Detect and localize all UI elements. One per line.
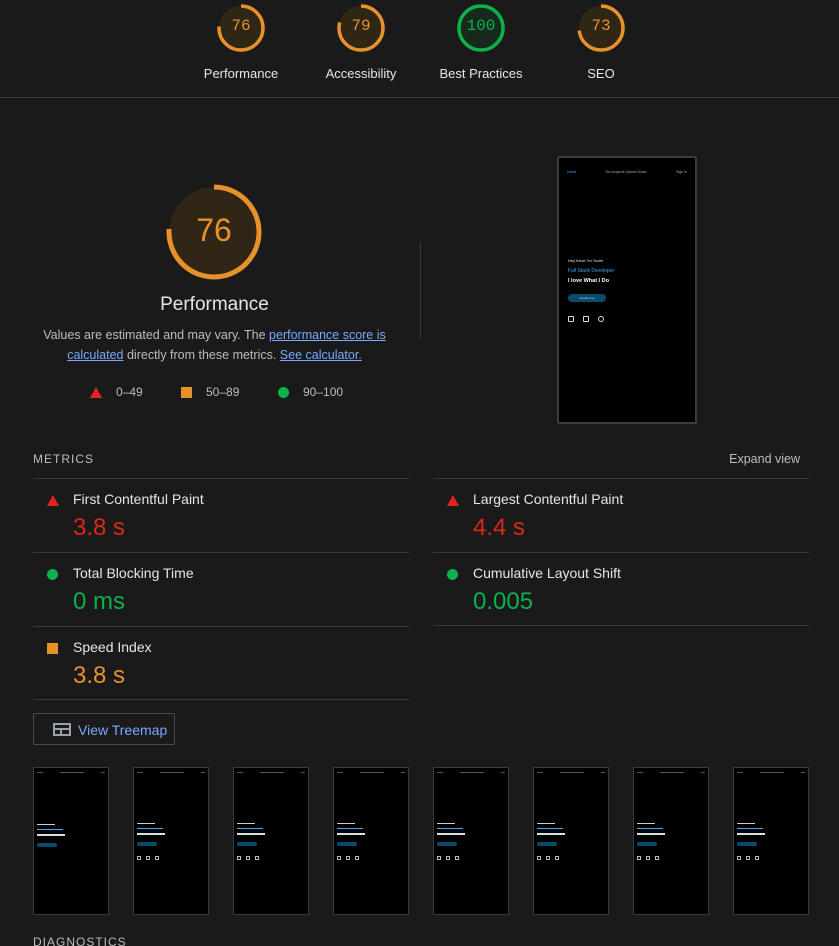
preview-nav-link: Music <box>637 170 647 174</box>
filmstrip-frame <box>33 767 109 915</box>
performance-score: 76 <box>196 212 232 248</box>
preview-role: Full Stack Developer <box>568 268 615 274</box>
preview-cta: Contact me <box>568 294 606 302</box>
gauge-best-practices[interactable]: 100 Best Practices <box>426 0 536 81</box>
performance-title: Performance <box>160 294 269 315</box>
preview-nav-link: Our projects <box>605 170 625 174</box>
legend-pass: 90–100 <box>278 385 343 399</box>
filmstrip-frame <box>133 767 209 915</box>
gauge-performance[interactable]: 76 Performance <box>186 0 296 81</box>
metrics-divider <box>33 699 409 700</box>
metric-name: Total Blocking Time <box>73 565 194 581</box>
gauge-accessibility-label: Accessibility <box>325 66 397 81</box>
instagram-icon <box>598 316 604 322</box>
metric-fcp: First Contentful Paint 3.8 s <box>33 478 409 552</box>
gauge-accessibility-score: 79 <box>351 17 371 35</box>
preview-greeting: Hey there I'm Yuder <box>568 258 604 263</box>
metric-si: Speed Index 3.8 s <box>33 626 409 700</box>
filmstrip-frame <box>233 767 309 915</box>
preview-nav: Home Our projects Games Music Sign In <box>567 170 687 174</box>
metric-value: 3.8 s <box>73 514 126 541</box>
gauge-accessibility[interactable]: 79 Accessibility <box>306 0 416 81</box>
metric-value: 0 ms <box>73 588 126 615</box>
legend-average: 50–89 <box>181 385 239 399</box>
gauge-seo-score: 73 <box>591 17 611 35</box>
filmstrip-frame <box>433 767 509 915</box>
category-scores-bar: 76 Performance 79 Accessibility 100 Best… <box>0 0 839 98</box>
linkedin-icon <box>568 316 574 322</box>
final-screenshot[interactable]: Home Our projects Games Music Sign In He… <box>557 156 697 424</box>
filmstrip-frame <box>733 767 809 915</box>
circle-icon <box>447 569 458 580</box>
filmstrip-frame <box>333 767 409 915</box>
metric-name: First Contentful Paint <box>73 491 204 507</box>
metrics-heading: METRICS <box>33 452 94 466</box>
preview-logo: Home <box>567 170 577 174</box>
metric-cls: Cumulative Layout Shift 0.005 <box>433 552 809 626</box>
gauge-seo[interactable]: 73 SEO <box>546 0 656 81</box>
filmstrip-frame <box>533 767 609 915</box>
screenshot-page: Home Our projects Games Music Sign In He… <box>563 162 691 418</box>
metric-tbt: Total Blocking Time 0 ms <box>33 552 409 626</box>
github-icon <box>583 316 589 322</box>
legend-fail: 0–49 <box>90 385 143 399</box>
preview-nav-link: Games <box>625 170 637 174</box>
preview-social-icons <box>568 316 604 322</box>
circle-icon <box>47 569 58 580</box>
see-calculator-link[interactable]: See calculator. <box>280 348 362 362</box>
metric-name: Cumulative Layout Shift <box>473 565 621 581</box>
treemap-icon <box>53 723 71 736</box>
performance-description: Values are estimated and may vary. The p… <box>40 325 389 365</box>
triangle-icon <box>447 495 459 506</box>
view-treemap-label: View Treemap <box>78 722 168 738</box>
legend-pass-range: 90–100 <box>303 385 344 399</box>
legend-fail-range: 0–49 <box>116 385 143 399</box>
metric-value: 0.005 <box>473 588 534 615</box>
triangle-icon <box>47 495 59 506</box>
desc-text-1: Values are estimated and may vary. The <box>43 328 270 342</box>
triangle-icon <box>90 386 102 398</box>
square-icon <box>181 386 192 398</box>
metric-value: 3.8 s <box>73 662 126 689</box>
metrics-divider <box>433 625 809 626</box>
section-divider <box>420 242 421 338</box>
metric-value: 4.4 s <box>473 514 526 541</box>
diagnostics-heading: DIAGNOSTICS <box>33 935 127 946</box>
preview-tagline: I love What I Do <box>568 278 609 284</box>
preview-nav-links: Our projects Games Music <box>605 170 646 174</box>
performance-gauge: 76 <box>164 182 264 282</box>
view-treemap-button[interactable]: View Treemap <box>33 713 175 745</box>
expand-view-toggle[interactable]: Expand view <box>729 452 800 466</box>
gauge-best-practices-score: 100 <box>466 17 496 35</box>
filmstrip-frame <box>633 767 709 915</box>
metric-name: Largest Contentful Paint <box>473 491 624 507</box>
circle-icon <box>278 386 289 398</box>
gauge-performance-score: 76 <box>231 17 251 35</box>
preview-nav-right: Sign In <box>676 170 687 174</box>
metric-name: Speed Index <box>73 639 152 655</box>
legend-average-range: 50–89 <box>206 385 240 399</box>
gauge-seo-label: SEO <box>587 66 615 81</box>
metric-lcp: Largest Contentful Paint 4.4 s <box>433 478 809 552</box>
desc-text-2: directly from these metrics. <box>123 348 280 362</box>
gauge-performance-label: Performance <box>203 66 279 81</box>
square-icon <box>47 643 58 654</box>
gauge-best-practices-label: Best Practices <box>439 66 523 81</box>
